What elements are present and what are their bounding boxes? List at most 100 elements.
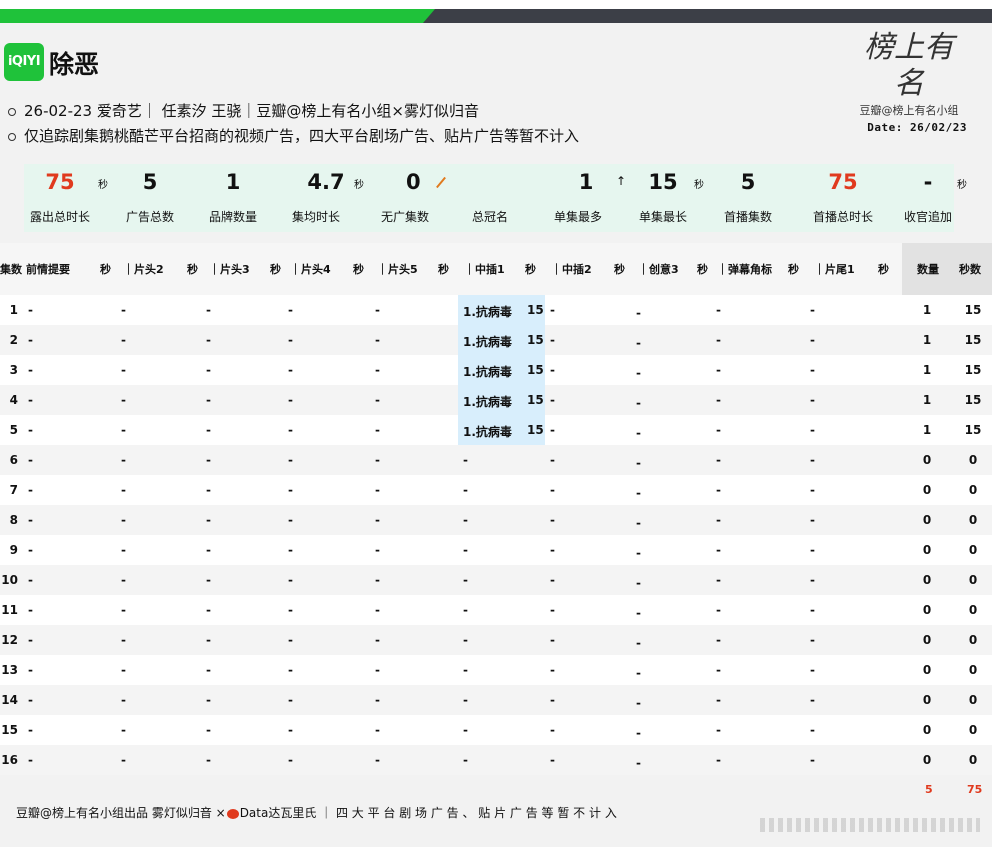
- cell-creative3: -: [636, 606, 641, 620]
- cell-seconds: 0: [968, 453, 978, 467]
- cell-ending1: -: [810, 483, 815, 497]
- cell-opening4: -: [288, 573, 293, 587]
- cell-midroll1: 1.抗病毒: [463, 395, 512, 409]
- stat-label: 广告总数: [125, 210, 174, 224]
- cell-recap: -: [28, 603, 33, 617]
- total-count: 5: [925, 783, 933, 796]
- cell-recap: -: [28, 393, 33, 407]
- cell-ending1: -: [810, 513, 815, 527]
- cell-danmaku-badge: -: [716, 453, 721, 467]
- table-row: 6----------00: [0, 445, 992, 475]
- cell-episode: 10: [1, 573, 18, 587]
- stat-finale-extra: - 收官追加: [892, 164, 964, 232]
- stat-label: 露出总时长: [29, 210, 90, 224]
- cell-opening5: -: [375, 723, 380, 737]
- cell-ending1: -: [810, 423, 815, 437]
- cell-opening4: -: [288, 753, 293, 767]
- table-header: 集数 前情提要 秒 ｜片头2 秒 ｜片头3 秒 ｜片头4 秒 ｜片头5 秒 ｜中…: [0, 243, 992, 295]
- total-seconds: 75: [967, 783, 983, 796]
- cell-seconds: 15: [964, 303, 982, 317]
- cell-opening2: -: [121, 633, 126, 647]
- cell-episode: 2: [9, 333, 18, 347]
- cell-danmaku-badge: -: [716, 333, 721, 347]
- cell-seconds: 0: [968, 483, 978, 497]
- cell-recap: -: [28, 363, 33, 377]
- footer-right-text: Data达瓦里氏 ｜ 四 大 平 台 剧 场 广 告 、 贴 片 广 告 等 暂…: [239, 806, 617, 820]
- cell-ending1: -: [810, 573, 815, 587]
- cell-count: 0: [922, 603, 932, 617]
- stat-value: 75: [828, 170, 858, 194]
- cell-opening5: -: [375, 513, 380, 527]
- cell-ending1: -: [810, 663, 815, 677]
- cell-opening5: -: [375, 753, 380, 767]
- col-header-sec: 秒: [788, 263, 799, 276]
- cell-opening4: -: [288, 483, 293, 497]
- col-header-opening2: ｜片头2: [123, 263, 164, 276]
- cell-opening5: -: [375, 333, 380, 347]
- stat-value: 5: [142, 170, 158, 194]
- unit-seconds: 秒: [957, 180, 967, 191]
- cell-danmaku-badge: -: [716, 693, 721, 707]
- cell-count: 0: [922, 513, 932, 527]
- cell-opening3: -: [206, 573, 211, 587]
- stat-value: -: [923, 170, 933, 194]
- cell-midroll1-sec: 15: [527, 333, 544, 347]
- cell-danmaku-badge: -: [716, 423, 721, 437]
- cell-danmaku-badge: -: [716, 573, 721, 587]
- cell-episode: 7: [9, 483, 18, 497]
- stat-brand-count: 1 品牌数量: [197, 164, 269, 232]
- cell-opening3: -: [206, 513, 211, 527]
- cell-opening4: -: [288, 513, 293, 527]
- cell-opening3: -: [206, 363, 211, 377]
- cell-opening2: -: [121, 753, 126, 767]
- unit-seconds: 秒: [354, 180, 364, 191]
- cell-seconds: 0: [968, 753, 978, 767]
- cell-midroll2: -: [550, 333, 555, 347]
- cell-opening3: -: [206, 333, 211, 347]
- cell-opening4: -: [288, 333, 293, 347]
- cell-count: 1: [922, 363, 932, 377]
- stat-premiere-duration: 75 首播总时长: [804, 164, 882, 232]
- col-header-midroll2: ｜中插2: [551, 263, 592, 276]
- col-header-ending1: ｜片尾1: [814, 263, 855, 276]
- table-row: 7----------00: [0, 475, 992, 505]
- table-row: 8----------00: [0, 505, 992, 535]
- stamp-logo-art: 榜上有名: [864, 30, 954, 101]
- cell-opening4: -: [288, 723, 293, 737]
- cell-opening5: -: [375, 603, 380, 617]
- cell-opening3: -: [206, 423, 211, 437]
- info-line-2: 仅追踪剧集鹅桃酷芒平台招商的视频广告，四大平台剧场广告、贴片广告等暂不计入: [8, 125, 579, 146]
- cell-opening3: -: [206, 663, 211, 677]
- summary-panel: 75 露出总时长 秒 5 广告总数 1 品牌数量 4.7 集均时长 秒 0 无广…: [24, 164, 954, 232]
- col-header-count: 数量: [917, 263, 939, 276]
- cell-creative3: -: [636, 576, 641, 590]
- cell-creative3: -: [636, 366, 641, 380]
- cell-count: 0: [922, 693, 932, 707]
- info-line-2-text: 仅追踪剧集鹅桃酷芒平台招商的视频广告，四大平台剧场广告、贴片广告等暂不计入: [24, 127, 580, 145]
- cell-danmaku-badge: -: [716, 723, 721, 737]
- cell-creative3: -: [636, 756, 641, 770]
- cell-ending1: -: [810, 333, 815, 347]
- cell-opening4: -: [288, 543, 293, 557]
- cell-creative3: -: [636, 426, 641, 440]
- info-line-1-text: 26-02-23 爱奇艺｜ 任素汐 王骁｜豆瓣@榜上有名小组×雾灯似归音: [24, 102, 479, 120]
- cell-count: 0: [922, 663, 932, 677]
- cell-opening3: -: [206, 603, 211, 617]
- cell-opening2: -: [121, 423, 126, 437]
- cell-opening2: -: [121, 693, 126, 707]
- col-header-midroll1: ｜中插1: [464, 263, 505, 276]
- unit-seconds: 秒: [694, 180, 704, 191]
- cell-opening2: -: [121, 303, 126, 317]
- cell-midroll2: -: [550, 423, 555, 437]
- stat-label: 单集最多: [553, 210, 602, 224]
- footer-left-text: 豆瓣@榜上有名小组出品 雾灯似归音 ×: [16, 806, 226, 820]
- cell-recap: -: [28, 573, 33, 587]
- cell-opening2: -: [121, 363, 126, 377]
- stat-title-sponsor: 总冠名: [454, 164, 526, 232]
- cell-midroll1: 1.抗病毒: [463, 365, 512, 379]
- col-header-sec: 秒: [525, 263, 536, 276]
- cell-seconds: 0: [968, 573, 978, 587]
- col-header-sec: 秒: [614, 263, 625, 276]
- cell-midroll1-sec: 15: [527, 363, 544, 377]
- cell-creative3: -: [636, 636, 641, 650]
